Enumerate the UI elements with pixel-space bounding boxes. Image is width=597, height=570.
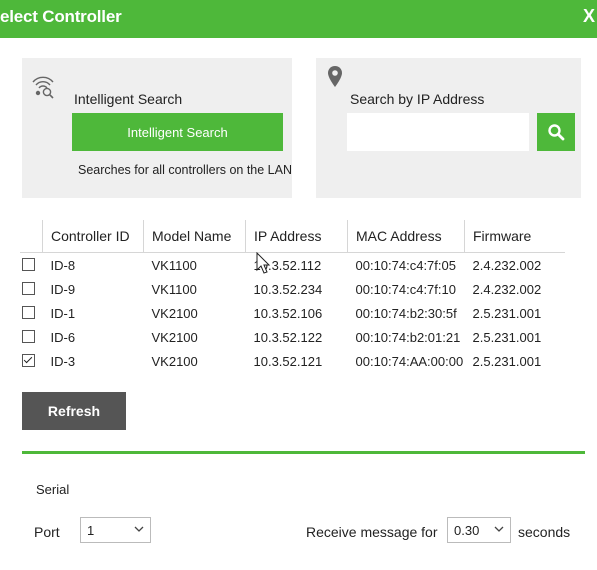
table-row[interactable]: ID-3 VK2100 10.3.52.121 00:10:74:AA:00:0…: [20, 349, 565, 373]
cell-model-name: VK2100: [151, 305, 198, 321]
port-label: Port: [34, 524, 60, 540]
cell-model-name: VK2100: [151, 329, 198, 345]
intelligent-search-label: Intelligent Search: [74, 91, 183, 107]
cell-controller-id: ID-8: [50, 257, 76, 273]
table-row[interactable]: ID-6 VK2100 10.3.52.122 00:10:74:b2:01:2…: [20, 325, 565, 349]
ip-address-input[interactable]: [347, 113, 529, 151]
ip-search-button[interactable]: [537, 113, 575, 151]
table-row[interactable]: ID-8 VK1100 10.3.52.112 00:10:74:c4:7f:0…: [20, 253, 565, 278]
header-ip-address[interactable]: IP Address: [245, 220, 348, 253]
cell-ip-address: 10.3.52.122: [253, 329, 323, 345]
intelligent-search-panel: Intelligent Search Intelligent Search Se…: [22, 58, 292, 198]
refresh-button[interactable]: Refresh: [22, 392, 126, 430]
header-controller-id[interactable]: Controller ID: [42, 220, 144, 253]
port-value: 1: [87, 522, 95, 538]
cell-controller-id: ID-1: [50, 305, 76, 321]
intelligent-search-hint: Searches for all controllers on the LAN: [78, 163, 292, 177]
cell-mac-address: 00:10:74:c4:7f:05: [355, 257, 456, 273]
title-bar: elect Controller X: [0, 0, 597, 38]
location-pin-icon: [328, 66, 342, 87]
cell-mac-address: 00:10:74:AA:00:00: [355, 353, 464, 369]
cell-firmware: 2.5.231.001: [472, 305, 542, 321]
window-title: elect Controller: [0, 7, 122, 26]
cell-ip-address: 10.3.52.106: [253, 305, 323, 321]
cell-ip-address: 10.3.52.234: [253, 281, 323, 297]
cell-controller-id: ID-9: [50, 281, 76, 297]
intelligent-search-button[interactable]: Intelligent Search: [72, 113, 283, 151]
row-checkbox[interactable]: [22, 282, 35, 295]
controller-table: Controller ID Model Name IP Address MAC …: [20, 220, 565, 373]
cell-model-name: VK1100: [151, 257, 197, 273]
port-select[interactable]: 1: [80, 517, 151, 543]
row-checkbox[interactable]: [22, 306, 35, 319]
magnifier-icon: [548, 124, 565, 141]
chevron-down-icon: [134, 526, 144, 532]
receive-interval-value: 0.30: [454, 522, 480, 538]
chevron-down-icon: [494, 526, 504, 532]
cell-firmware: 2.5.231.001: [472, 329, 542, 345]
table-row[interactable]: ID-9 VK1100 10.3.52.234 00:10:74:c4:7f:1…: [20, 277, 565, 301]
row-checkbox[interactable]: [22, 258, 35, 271]
header-select: [20, 220, 43, 253]
receive-interval-select[interactable]: 0.30: [447, 517, 511, 543]
serial-section-label: Serial: [36, 482, 70, 497]
row-checkbox[interactable]: [22, 354, 35, 367]
cell-firmware: 2.4.232.002: [472, 257, 542, 273]
cell-firmware: 2.5.231.001: [472, 353, 542, 369]
header-model-name[interactable]: Model Name: [143, 220, 246, 253]
ip-search-label: Search by IP Address: [350, 91, 485, 107]
seconds-label: seconds: [518, 524, 571, 540]
row-checkbox[interactable]: [22, 330, 35, 343]
cell-mac-address: 00:10:74:b2:01:21: [355, 329, 461, 345]
cell-mac-address: 00:10:74:c4:7f:10: [355, 281, 456, 297]
cell-controller-id: ID-3: [50, 353, 76, 369]
ip-search-panel: Search by IP Address: [316, 58, 581, 198]
cell-ip-address: 10.3.52.112: [253, 257, 322, 273]
table-row[interactable]: ID-1 VK2100 10.3.52.106 00:10:74:b2:30:5…: [20, 301, 565, 325]
cell-controller-id: ID-6: [50, 329, 76, 345]
table-header-row: Controller ID Model Name IP Address MAC …: [20, 220, 565, 253]
receive-message-label: Receive message for: [306, 524, 438, 540]
cell-mac-address: 00:10:74:b2:30:5f: [355, 305, 457, 321]
close-icon[interactable]: X: [583, 6, 597, 27]
wifi-search-icon: [32, 76, 54, 99]
cell-model-name: VK1100: [151, 281, 197, 297]
cell-model-name: VK2100: [151, 353, 198, 369]
cell-firmware: 2.4.232.002: [472, 281, 542, 297]
header-firmware[interactable]: Firmware: [464, 220, 565, 253]
section-divider: [22, 451, 585, 454]
cell-ip-address: 10.3.52.121: [253, 353, 323, 369]
header-mac-address[interactable]: MAC Address: [347, 220, 465, 253]
